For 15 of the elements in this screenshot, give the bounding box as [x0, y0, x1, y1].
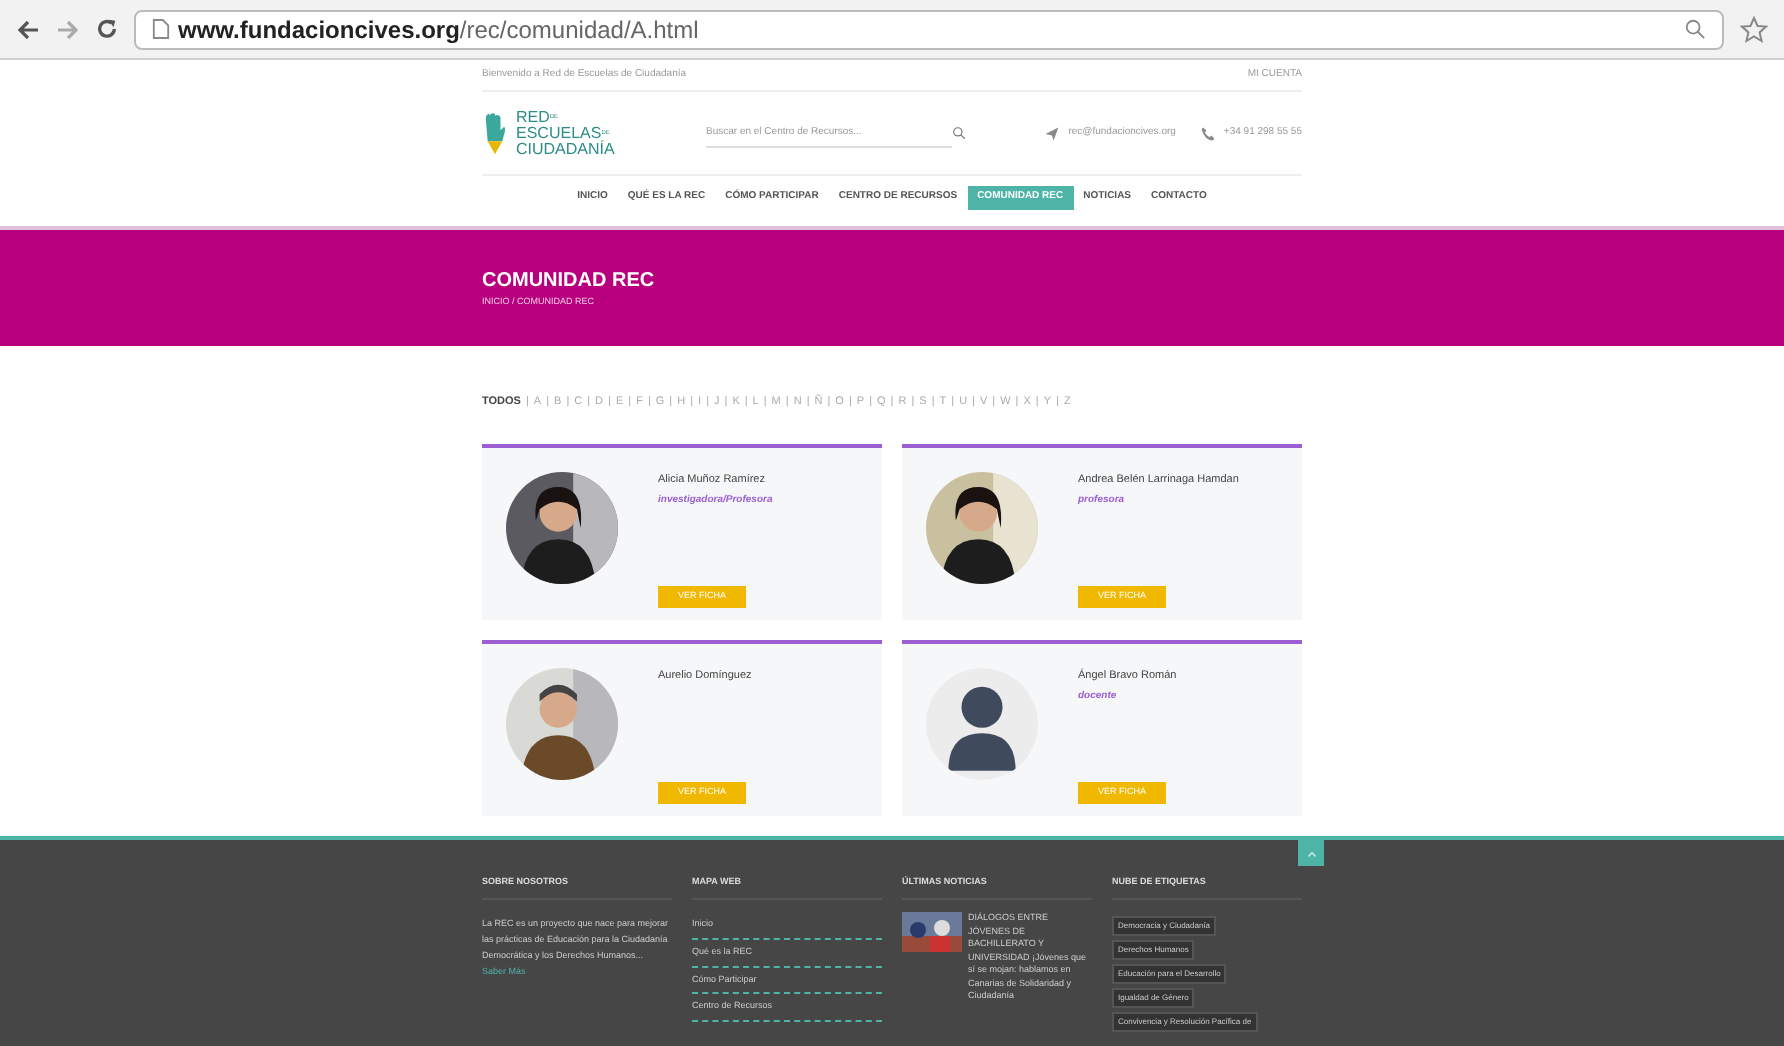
url-path: /rec/comunidad/A.html [459, 15, 699, 43]
page-icon [152, 18, 170, 40]
zoom-icon[interactable] [1684, 18, 1706, 40]
back-to-top-icon[interactable] [1298, 840, 1324, 867]
bookmark-star-icon[interactable] [1740, 15, 1768, 43]
phone-icon [1199, 125, 1216, 141]
back-icon[interactable] [16, 17, 40, 41]
paper-plane-icon [1044, 125, 1061, 141]
address-bar[interactable]: www.fundacioncives.org/rec/comunidad/A.html [134, 9, 1724, 49]
hand-pencil-logo-icon [482, 111, 508, 155]
url-host: www.fundacioncives.org [178, 15, 460, 43]
page-title: COMUNIDAD REC [482, 268, 657, 297]
default-avatar-icon [926, 668, 1038, 781]
reload-icon[interactable] [96, 18, 118, 40]
search-icon [952, 126, 966, 140]
